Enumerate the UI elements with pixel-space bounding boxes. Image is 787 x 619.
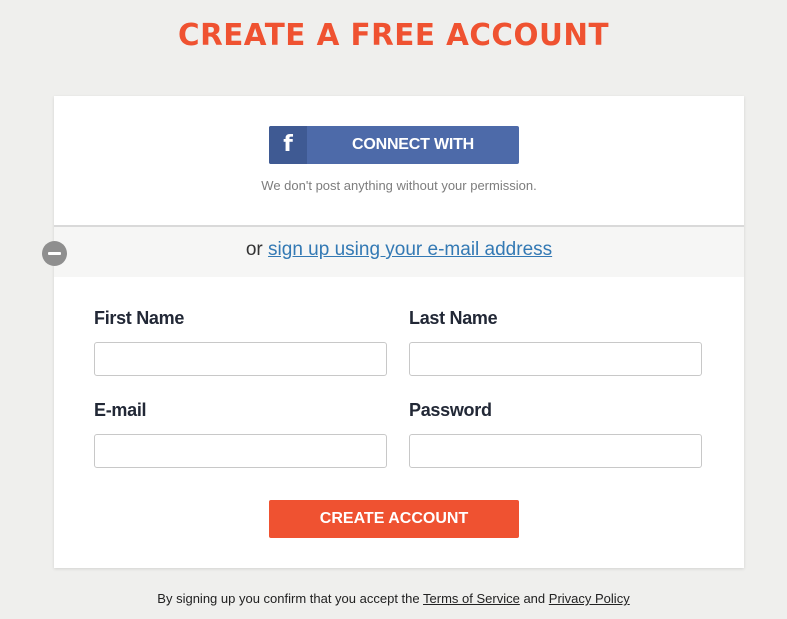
connect-facebook-button[interactable]: f CONNECT WITH FACEBOOK xyxy=(269,126,519,164)
terms-notice: By signing up you confirm that you accep… xyxy=(0,591,787,606)
or-text: or xyxy=(245,239,263,260)
first-name-field[interactable] xyxy=(94,342,387,376)
facebook-permission-note: We don't post anything without your perm… xyxy=(261,178,537,193)
terms-of-service-link[interactable]: Terms of Service xyxy=(423,591,520,606)
password-label: Password xyxy=(409,400,492,420)
minus-circle-icon[interactable] xyxy=(42,241,67,266)
terms-notice-text: By signing up you confirm that you accep… xyxy=(157,591,420,606)
email-signup-link[interactable]: sign up using your e-mail address xyxy=(268,239,552,260)
page-title: CREATE A FREE ACCOUNT xyxy=(178,18,609,53)
connect-facebook-label: CONNECT WITH FACEBOOK xyxy=(351,136,475,153)
last-name-label: Last Name xyxy=(409,308,498,328)
last-name-field[interactable] xyxy=(409,342,702,376)
privacy-policy-link[interactable]: Privacy Policy xyxy=(549,591,630,606)
email-label: E-mail xyxy=(94,400,147,420)
signup-card: f CONNECT WITH FACEBOOK We don't post an… xyxy=(42,96,744,568)
facebook-icon: f xyxy=(269,126,307,164)
terms-notice-and: and xyxy=(523,591,546,606)
email-signup-line: or sign up using your e-mail address xyxy=(54,239,744,261)
email-signup-divider: or sign up using your e-mail address xyxy=(54,225,744,277)
email-field[interactable] xyxy=(94,434,387,468)
password-field[interactable] xyxy=(409,434,702,468)
create-account-button[interactable]: CREATE ACCOUNT xyxy=(269,500,519,538)
first-name-label: First Name xyxy=(94,308,185,328)
